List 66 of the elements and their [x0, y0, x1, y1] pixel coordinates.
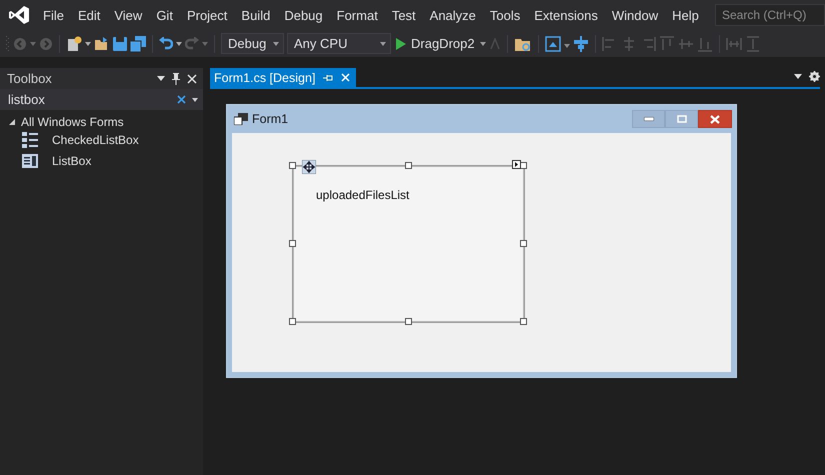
new-project-icon[interactable]: [66, 36, 82, 52]
save-icon[interactable]: [113, 36, 127, 50]
smart-tag-icon[interactable]: [512, 160, 521, 169]
pin-icon[interactable]: [172, 72, 180, 84]
menu-item[interactable]: Project: [180, 4, 234, 26]
menu-item[interactable]: Format: [330, 4, 385, 26]
tree-group[interactable]: All Windows Forms: [0, 110, 203, 129]
clear-icon[interactable]: [177, 95, 186, 104]
open-folder-icon[interactable]: [94, 36, 110, 50]
list-box[interactable]: uploadedFilesList: [293, 166, 524, 322]
checked-list-icon: [22, 132, 38, 148]
toolbox-item[interactable]: ListBox: [0, 150, 203, 171]
resize-handle[interactable]: [404, 318, 412, 325]
configuration-dropdown[interactable]: Debug: [221, 33, 284, 54]
resize-handle[interactable]: [289, 240, 296, 247]
menu-item[interactable]: Analyze: [422, 4, 483, 26]
menu-item[interactable]: File: [36, 4, 71, 26]
menu-item[interactable]: Window: [604, 4, 666, 26]
start-button[interactable]: DragDrop2: [394, 36, 477, 51]
toolbox-item[interactable]: CheckedListBox: [0, 129, 203, 150]
play-icon[interactable]: [396, 38, 406, 50]
form-title: Form1: [252, 112, 290, 126]
resize-handle[interactable]: [520, 240, 527, 247]
minimize-icon: [644, 117, 654, 121]
resize-handle[interactable]: [520, 318, 527, 325]
window-icon[interactable]: [544, 36, 561, 52]
menu-item[interactable]: View: [107, 4, 150, 26]
dropdown-icon[interactable]: [794, 74, 802, 79]
menu-item[interactable]: Tools: [482, 4, 528, 26]
resize-handle[interactable]: [404, 162, 412, 169]
close-button[interactable]: [698, 110, 732, 128]
move-icon[interactable]: [302, 160, 316, 174]
close-icon[interactable]: [187, 74, 197, 84]
settings-icon[interactable]: [809, 71, 820, 82]
pin-icon[interactable]: [323, 74, 334, 82]
menu-item[interactable]: Git: [149, 4, 180, 26]
menu-item[interactable]: Test: [384, 4, 423, 26]
caret-icon[interactable]: [85, 42, 91, 46]
form-icon: [234, 113, 248, 125]
dropdown-icon[interactable]: [192, 98, 198, 102]
caret-icon[interactable]: [273, 42, 279, 46]
resize-handle[interactable]: [289, 318, 296, 325]
document-tab[interactable]: Form1.cs [Design]: [210, 68, 356, 87]
menu-item[interactable]: Help: [665, 4, 706, 26]
search-field[interactable]: Search (Ctrl+Q): [715, 4, 825, 26]
resize-handle[interactable]: [289, 162, 296, 169]
dropdown-icon[interactable]: [157, 76, 165, 81]
caret-icon[interactable]: [176, 42, 182, 46]
expanded-arrow-icon[interactable]: [9, 119, 15, 125]
app-logo-icon: [8, 5, 30, 25]
caret-icon[interactable]: [380, 42, 386, 46]
platform-dropdown[interactable]: Any CPU: [287, 33, 391, 54]
search-field[interactable]: listbox: [0, 89, 203, 110]
undo-icon[interactable]: [159, 36, 173, 50]
caret-icon[interactable]: [480, 42, 486, 46]
menu-item[interactable]: Edit: [70, 4, 108, 26]
maximize-icon: [676, 115, 686, 123]
minimize-button[interactable]: [632, 110, 665, 128]
close-icon: [710, 114, 720, 124]
list-icon: [22, 153, 38, 169]
search-input[interactable]: listbox: [8, 92, 171, 107]
menu-item[interactable]: Build: [234, 4, 278, 26]
save-all-icon[interactable]: [130, 36, 146, 52]
menu-item[interactable]: Debug: [277, 4, 330, 26]
menu-item[interactable]: Extensions: [527, 4, 605, 26]
panel-title: Toolbox: [7, 71, 53, 86]
